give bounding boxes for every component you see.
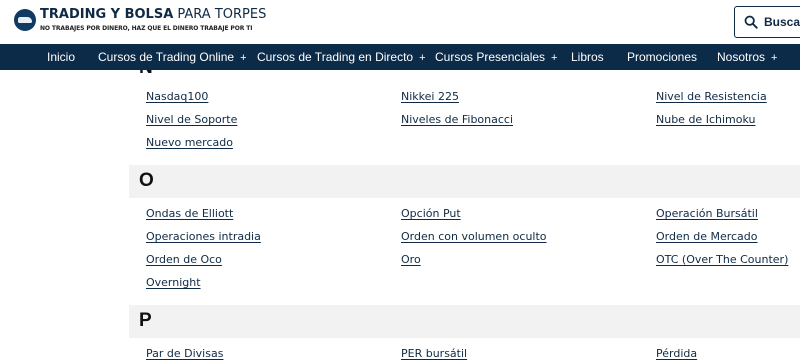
glossary-link[interactable]: Par de Divisas — [146, 347, 223, 360]
letter-heading-n: N — [139, 70, 153, 79]
plus-icon: + — [240, 52, 247, 64]
nav-edge — [786, 44, 800, 70]
nav-item-promociones[interactable]: Promociones — [627, 44, 697, 70]
letter-heading-p: P — [139, 310, 152, 331]
glossary-link[interactable]: OTC (Over The Counter) — [656, 253, 788, 266]
search-button[interactable]: Buscar — [734, 6, 800, 38]
plus-icon: + — [551, 52, 558, 64]
plus-icon: + — [419, 52, 426, 64]
glossary-link[interactable]: Orden de Mercado — [656, 230, 758, 243]
glossary-link[interactable]: Operación Bursátil — [656, 207, 758, 220]
nav-item-cursos-presenciales[interactable]: Cursos Presenciales + — [435, 44, 557, 70]
logo-title: TRADING Y BOLSA PARA TORPES — [40, 7, 267, 22]
nav-item-inicio[interactable]: Inicio — [47, 44, 75, 70]
glossary-link[interactable]: Orden de Oco — [146, 253, 222, 266]
glossary-link[interactable]: Nuevo mercado — [146, 136, 233, 149]
glossary-link[interactable]: Nube de Ichimoku — [656, 113, 755, 126]
nav-item-cursos-trading-directo[interactable]: Cursos de Trading en Directo + — [257, 44, 426, 70]
search-label: Buscar — [764, 15, 800, 29]
glossary-link[interactable]: Operaciones intradia — [146, 230, 261, 243]
main-nav: Inicio Cursos de Trading Online + Cursos … — [0, 44, 800, 70]
glossary-link[interactable]: Pérdida — [656, 347, 697, 360]
nav-item-nosotros[interactable]: Nosotros + — [717, 44, 777, 70]
glossary-link[interactable]: PER bursátil — [401, 347, 467, 360]
letter-band-o: O — [129, 165, 800, 198]
glossary-link[interactable]: Nasdaq100 — [146, 90, 208, 103]
logo-slogan: NO TRABAJES POR DINERO, HAZ QUE EL DINER… — [40, 25, 253, 32]
glossary-link[interactable]: Oro — [401, 253, 421, 266]
search-icon — [744, 15, 758, 29]
site-logo[interactable]: TRADING Y BOLSA PARA TORPES NO TRABAJES … — [14, 8, 266, 33]
glossary-link[interactable]: Nivel de Soporte — [146, 113, 237, 126]
glossary-link[interactable]: Nikkei 225 — [401, 90, 459, 103]
glossary-link[interactable]: Overnight — [146, 276, 201, 289]
nav-item-libros[interactable]: Libros — [571, 44, 604, 70]
glossary-link[interactable]: Opción Put — [401, 207, 461, 220]
glossary-link[interactable]: Orden con volumen oculto — [401, 230, 547, 243]
bull-logo-icon — [14, 9, 36, 31]
site-header: TRADING Y BOLSA PARA TORPES NO TRABAJES … — [0, 0, 800, 44]
glossary-content: N Nasdaq100 Nikkei 225 Nivel de Resisten… — [0, 70, 800, 362]
glossary-link[interactable]: Nivel de Resistencia — [656, 90, 767, 103]
glossary-link[interactable]: Ondas de Elliott — [146, 207, 233, 220]
nav-item-cursos-trading-online[interactable]: Cursos de Trading Online + — [98, 44, 247, 70]
letter-band-p: P — [129, 305, 800, 338]
glossary-link[interactable]: Niveles de Fibonacci — [401, 113, 513, 126]
plus-icon: + — [771, 52, 778, 64]
letter-heading-o: O — [139, 170, 154, 191]
